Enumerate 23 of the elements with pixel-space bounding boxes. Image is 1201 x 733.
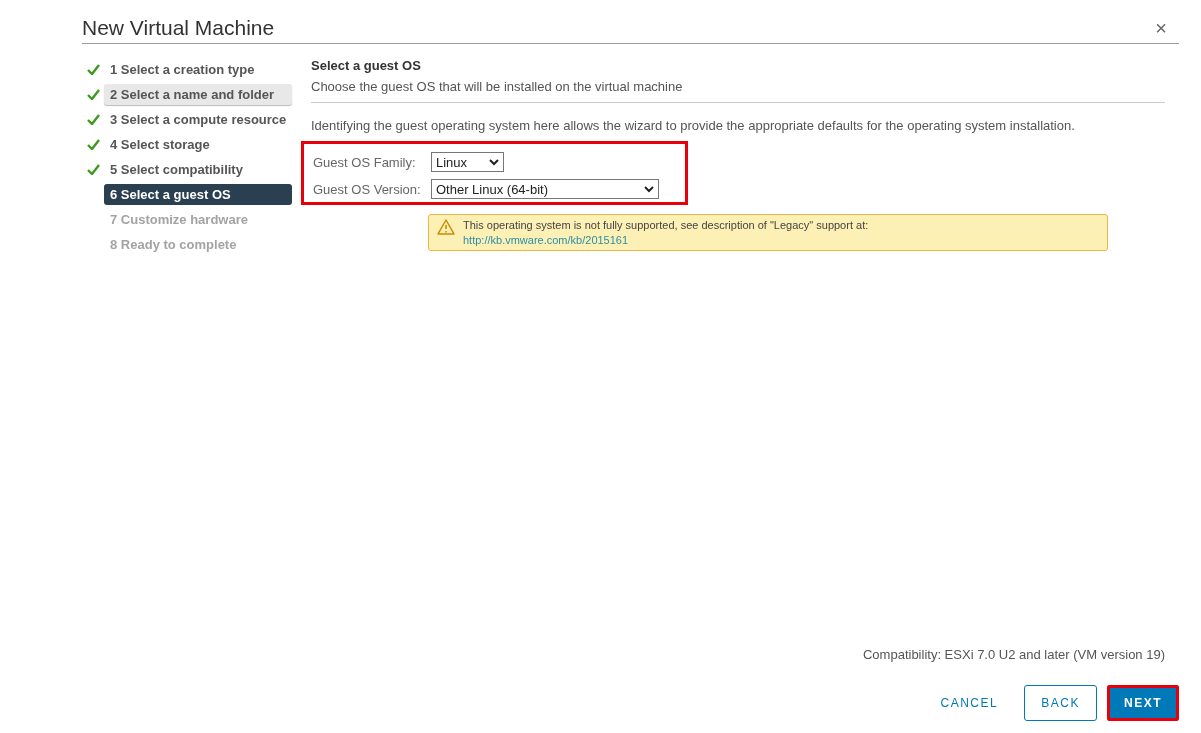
wizard-step[interactable]: 5 Select compatibility [104,159,249,180]
wizard-step[interactable]: 4 Select storage [104,134,216,155]
wizard-step[interactable]: 2 Select a name and folder [104,84,292,105]
field-label: Guest OS Family: [313,154,417,170]
dropdown-select[interactable]: Linux [431,152,504,172]
chevron-down-icon [489,158,499,166]
description-text: Identifying the guest operating system here allows the wizard to provide the appropriate defaults for the operating system installation. [311,118,1076,133]
window-title: New Virtual Machine [82,16,275,40]
kb-link[interactable]: http://kb.vmware.com/kb/2015161 [463,234,869,246]
dropdown-select[interactable]: Other Linux (64-bit) [431,179,659,199]
wizard-step[interactable]: 1 Select a creation type [104,59,261,80]
page-subtitle: Choose the guest OS that will be installed on the virtual machine [311,79,1165,103]
close-button[interactable]: × [1155,18,1179,38]
chevron-down-icon [644,185,654,193]
field-label: Guest OS Version: [313,181,422,197]
wizard-button[interactable]: BACK [1024,685,1097,721]
warning-text: This operating system is not fully supported, see description of "Legacy" support at: [463,219,869,231]
page-title: Select a guest OS [311,58,422,73]
wizard-step[interactable]: 6 Select a guest OS [104,184,292,205]
wizard-button[interactable]: NEXT [1107,685,1179,721]
warning-icon [437,219,455,235]
wizard-step[interactable]: 3 Select a compute resource [104,109,293,130]
compatibility-text: Compatibility: ESXi 7.0 U2 and later (VM version 19) [863,647,1165,662]
